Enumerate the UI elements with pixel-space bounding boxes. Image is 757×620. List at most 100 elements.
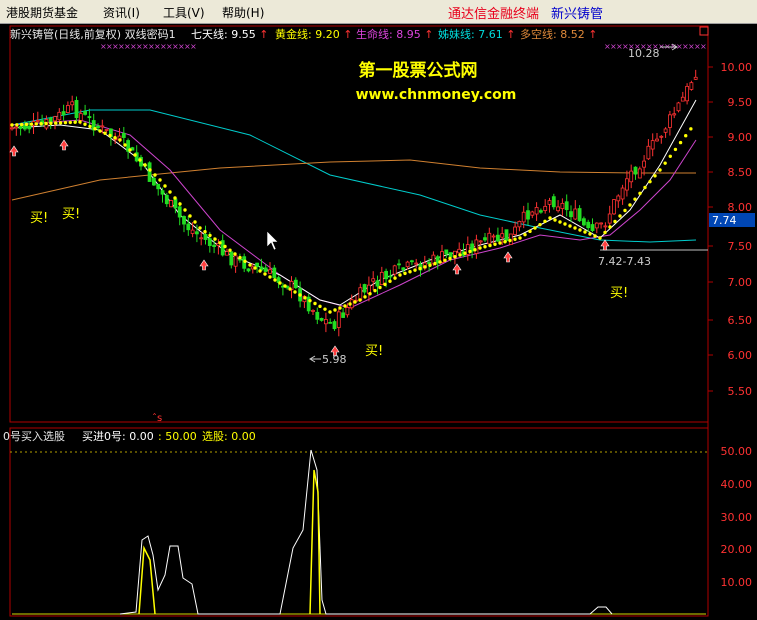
- huangjin-dot: [638, 191, 642, 196]
- candle-body: [487, 232, 492, 245]
- low-price-annotation: 5.98: [322, 353, 347, 366]
- candle-body: [100, 125, 105, 128]
- candle-body: [504, 229, 509, 241]
- tongda-terminal-link[interactable]: 通达信金融终端: [448, 3, 539, 22]
- candle-body: [48, 117, 53, 123]
- candle-body: [225, 251, 229, 256]
- candle-body: [491, 235, 496, 238]
- candle-body: [478, 240, 483, 243]
- candle-body: [311, 309, 315, 312]
- huangjin-dot: [578, 228, 582, 232]
- candle-body: [556, 206, 560, 212]
- huangjin-dot: [398, 273, 402, 277]
- sub-title: 0号买入选股: [3, 430, 65, 443]
- candle-body: [534, 207, 539, 215]
- candle-body: [371, 278, 376, 282]
- huangjin-dot: [363, 295, 367, 299]
- huangjin-dot: [433, 261, 437, 266]
- candle-body: [272, 267, 277, 279]
- huangjin-dot: [538, 222, 542, 227]
- huangjin-dot: [198, 226, 202, 230]
- pick-label: 选股:: [202, 430, 228, 443]
- zimei-label: 姊妹线:: [438, 27, 475, 41]
- huangjin-dot: [628, 203, 632, 207]
- candle-body: [689, 82, 694, 90]
- huangjin-dot: [183, 208, 187, 212]
- candle-body: [229, 251, 234, 266]
- huangjin-dot: [73, 120, 77, 124]
- menu-item-tools[interactable]: 工具(V): [163, 4, 205, 21]
- huangjin-dot: [443, 258, 447, 262]
- candle-body: [672, 113, 677, 116]
- duokong-value: 8.52: [560, 28, 585, 41]
- huangjin-dot: [223, 244, 227, 249]
- huangjin-dot: [603, 230, 607, 235]
- huangjin-dot: [118, 138, 122, 142]
- huangjin-dot: [20, 122, 24, 127]
- ref-value: : 50.00: [158, 430, 197, 443]
- huangjin-dot: [333, 308, 337, 312]
- sub-header: 0号买入选股 买进0号: 0.00 : 50.00 选股: 0.00: [3, 430, 256, 443]
- huangjin-dot: [98, 129, 102, 133]
- menu-item-hk-futures[interactable]: 港股期货基金: [6, 4, 78, 21]
- shengming-arrow: ↑: [424, 28, 433, 41]
- shengming-label: 生命线:: [356, 27, 393, 41]
- huangjin-dot: [558, 220, 562, 224]
- candle-body: [560, 202, 565, 209]
- price-tick: 8.50: [728, 166, 753, 179]
- stock-chart[interactable]: 10.00 9.50 9.00 8.50 8.00 7.50 7.00 6.50…: [0, 24, 757, 620]
- menu-bar: 港股期货基金 资讯(I) 工具(V) 帮助(H) 通达信金融终端 新兴铸管: [0, 0, 757, 24]
- huangjin-dot: [133, 153, 137, 157]
- huangjin-dot: [573, 226, 577, 230]
- candle-body: [650, 140, 655, 150]
- candle-body: [397, 263, 401, 266]
- candle-body: [577, 208, 582, 222]
- candle-body: [409, 260, 414, 263]
- huangjin-dot: [598, 236, 602, 240]
- huangjin-dot: [228, 248, 232, 252]
- cross-mark-icon: ×: [190, 42, 197, 51]
- huangjin-dot: [203, 230, 207, 234]
- huangjin-dot: [63, 120, 68, 125]
- huangjin-dot: [268, 275, 272, 279]
- candle-body: [405, 261, 410, 268]
- huangjin-dot: [483, 245, 487, 249]
- zimei-value: 7.61: [478, 28, 503, 41]
- candle-body: [607, 213, 612, 224]
- candle-body: [465, 244, 470, 255]
- huangjin-dot: [653, 174, 657, 178]
- candle-body: [190, 229, 195, 234]
- huangjin-dot: [68, 120, 72, 125]
- huangjin-dot: [623, 208, 627, 213]
- candle-body: [620, 187, 625, 200]
- candle-body: [104, 129, 109, 131]
- candle-body: [78, 113, 83, 121]
- candle-body: [680, 96, 685, 102]
- huangjin-dot: [10, 123, 14, 127]
- menu-item-info[interactable]: 资讯(I): [103, 4, 140, 21]
- candle-body: [74, 100, 79, 119]
- qitian-value: 9.55: [231, 28, 256, 41]
- huangjin-dot: [633, 197, 637, 201]
- candle-body: [384, 270, 389, 280]
- huangjin-dot: [618, 214, 622, 218]
- zimei-arrow: ↑: [506, 28, 515, 41]
- huangjin-dot: [478, 246, 482, 250]
- huangjin-dot: [378, 285, 382, 290]
- huangjin-dot: [383, 282, 387, 287]
- huangjin-dot: [508, 238, 512, 243]
- buy-annotation: 买!: [30, 211, 48, 226]
- huangjin-dot: [44, 121, 48, 126]
- buy0-value: 0.00: [129, 430, 154, 443]
- candle-body: [70, 101, 75, 106]
- candle-body: [173, 198, 178, 209]
- huangjin-dot: [213, 237, 217, 241]
- huangjin-dot: [24, 122, 29, 127]
- menu-item-help[interactable]: 帮助(H): [222, 4, 264, 21]
- candle-body: [573, 208, 578, 220]
- huangjin-dot: [323, 307, 327, 311]
- huangjin-dot: [303, 296, 307, 300]
- stock-name-link[interactable]: 新兴铸管: [551, 3, 603, 22]
- current-price-label: 7.74: [712, 214, 737, 227]
- candle-body: [599, 222, 603, 225]
